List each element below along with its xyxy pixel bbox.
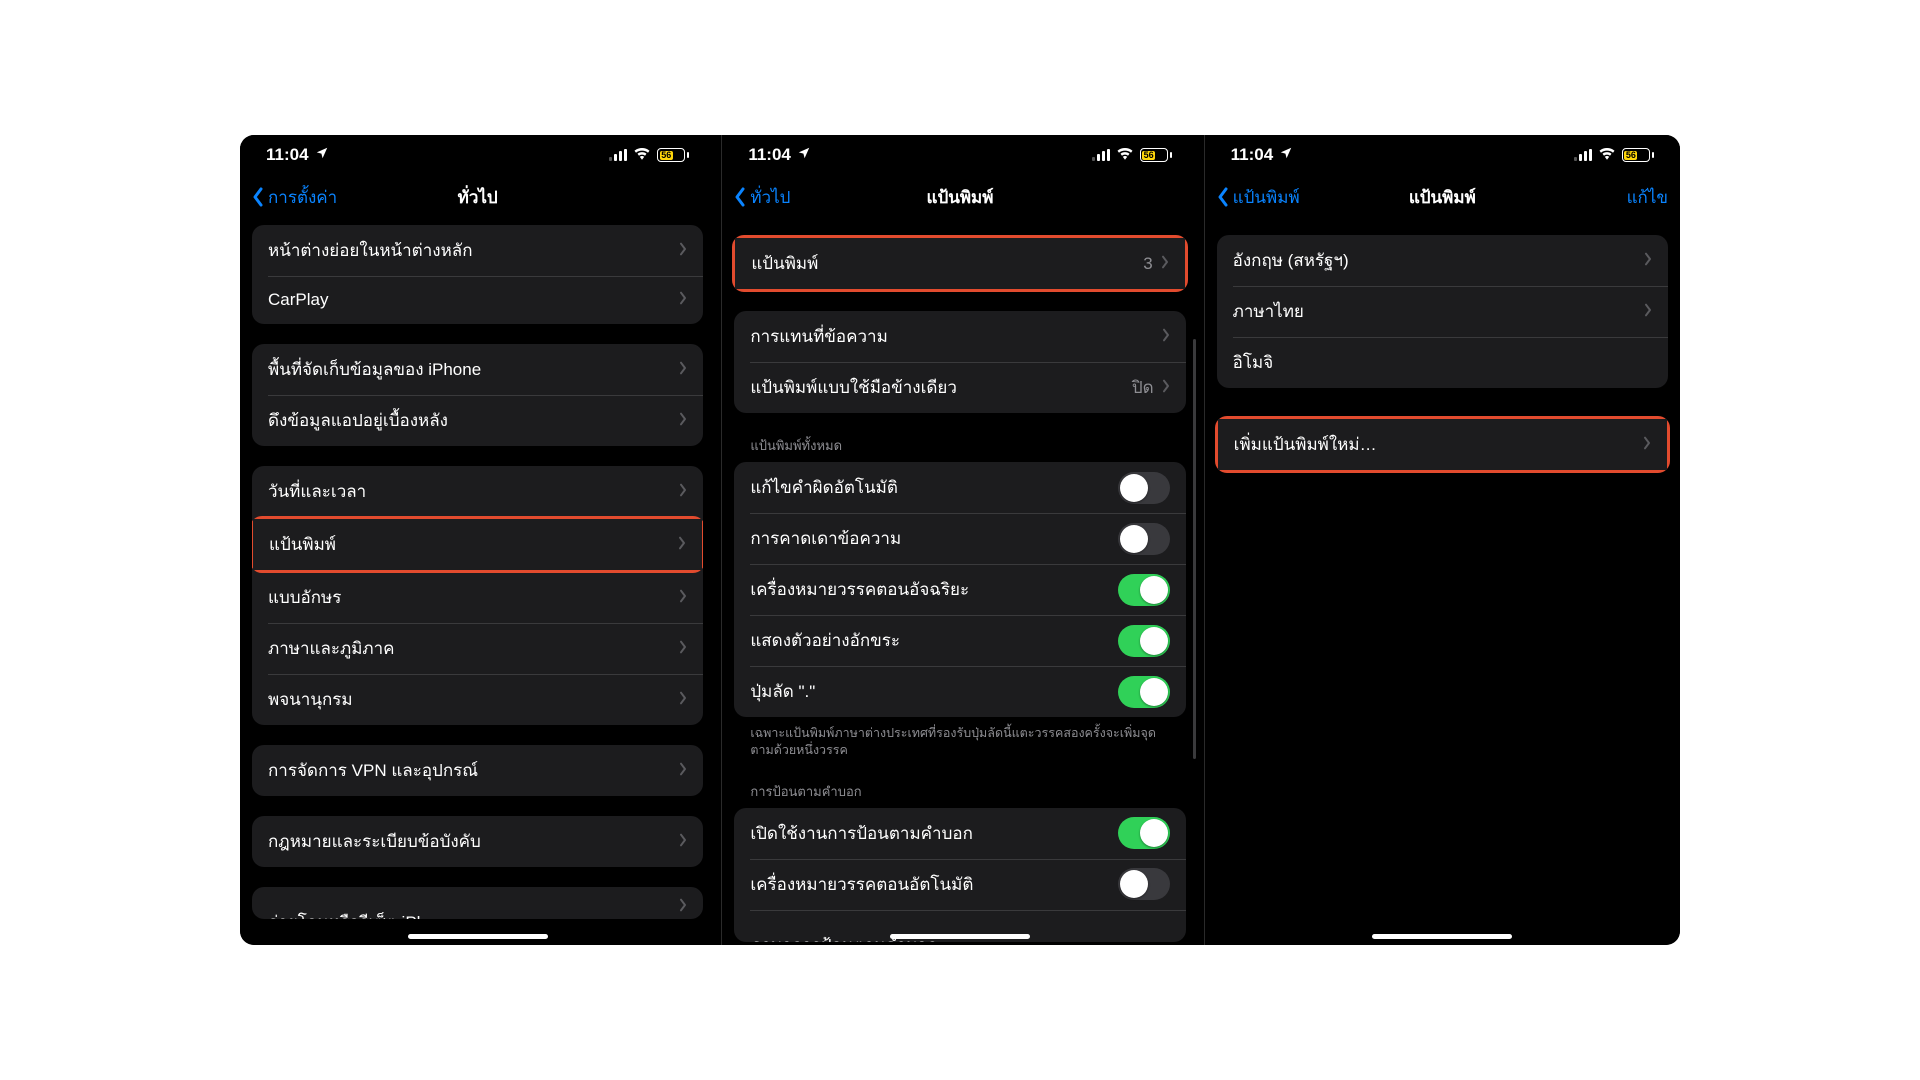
home-indicator[interactable] — [890, 934, 1030, 939]
chevron-right-icon — [679, 639, 687, 659]
chevron-right-icon — [679, 832, 687, 852]
chevron-right-icon — [1161, 254, 1169, 274]
keyboards-count: 3 — [1143, 254, 1152, 274]
cellular-icon — [1574, 149, 1592, 161]
footnote-shortcut: เฉพาะแป้นพิมพ์ภาษาต่างประเทศที่รองรับปุ่… — [734, 717, 1185, 759]
location-icon — [1279, 145, 1293, 165]
row-date-time[interactable]: วันที่และเวลา — [252, 466, 703, 517]
status-bar: 11:04 56 — [240, 135, 715, 175]
chevron-right-icon — [679, 897, 687, 917]
navbar: การตั้งค่า ทั่วไป — [240, 175, 715, 219]
chevron-right-icon — [1162, 327, 1170, 347]
row-transfer-reset[interactable]: ถ่ายโอนหรือรีเซ็ต iPhone — [252, 887, 703, 919]
row-add-new-keyboard[interactable]: เพิ่มแป้นพิมพ์ใหม่… — [1218, 419, 1667, 470]
highlight-keyboards-row: แป้นพิมพ์ 3 — [732, 235, 1187, 292]
chevron-right-icon — [679, 411, 687, 431]
row-keyboard-emoji[interactable]: อิโมจิ — [1217, 337, 1668, 388]
toggle-character-preview: แสดงตัวอย่างอักขระ — [734, 615, 1185, 666]
keyboard-settings-list: แป้นพิมพ์ 3 การแทนที่ข้อความ แป้นพิมพ์แบ… — [722, 219, 1197, 945]
toggle-period-shortcut: ปุ่มลัด "." — [734, 666, 1185, 717]
chevron-right-icon — [678, 535, 686, 555]
status-time: 11:04 — [266, 145, 309, 165]
toggle-predictive: การคาดเดาข้อความ — [734, 513, 1185, 564]
cellular-icon — [1092, 149, 1110, 161]
switch-enable-dictation[interactable] — [1118, 817, 1170, 849]
status-bar: 11:04 56 — [722, 135, 1197, 175]
battery-icon: 56 — [1140, 148, 1172, 162]
row-text-replacement[interactable]: การแทนที่ข้อความ — [734, 311, 1185, 362]
row-language-region[interactable]: ภาษาและภูมิภาค — [252, 623, 703, 674]
chevron-right-icon — [679, 241, 687, 261]
toggle-enable-dictation: เปิดใช้งานการป้อนตามคำบอก — [734, 808, 1185, 859]
back-keyboard[interactable]: แป้นพิมพ์ — [1217, 184, 1300, 211]
switch-character-preview[interactable] — [1118, 625, 1170, 657]
battery-icon: 56 — [1622, 148, 1654, 162]
switch-smart-punctuation[interactable] — [1118, 574, 1170, 606]
wifi-icon — [1116, 145, 1134, 165]
chevron-right-icon — [679, 690, 687, 710]
row-legal[interactable]: กฎหมายและระเบียบข้อบังคับ — [252, 816, 703, 867]
home-indicator[interactable] — [1372, 934, 1512, 939]
highlight-add-keyboard: เพิ่มแป้นพิมพ์ใหม่… — [1215, 416, 1670, 473]
phone-keyboard-settings: 11:04 56 ทั่วไป แป้นพิมพ์ แป้นพิมพ — [721, 135, 1197, 945]
switch-auto-punctuation[interactable] — [1118, 868, 1170, 900]
navbar: แป้นพิมพ์ แป้นพิมพ์ แก้ไข — [1205, 175, 1680, 219]
status-bar: 11:04 56 — [1205, 135, 1680, 175]
chevron-right-icon — [1162, 378, 1170, 398]
cellular-icon — [609, 149, 627, 161]
status-time: 11:04 — [1231, 145, 1274, 165]
location-icon — [315, 145, 329, 165]
toggle-auto-punctuation: เครื่องหมายวรรคตอนอัตโนมัติ — [734, 859, 1185, 910]
scrollbar[interactable] — [1193, 339, 1196, 759]
wifi-icon — [1598, 145, 1616, 165]
chevron-right-icon — [1644, 251, 1652, 271]
toggle-auto-correction: แก้ไขคำผิดอัตโนมัติ — [734, 462, 1185, 513]
highlight-keyboard-row: แป้นพิมพ์ — [252, 516, 703, 573]
chevron-right-icon — [679, 761, 687, 781]
row-one-handed-keyboard[interactable]: แป้นพิมพ์แบบใช้มือข้างเดียวปิด — [734, 362, 1185, 413]
home-indicator[interactable] — [408, 934, 548, 939]
switch-predictive[interactable] — [1118, 523, 1170, 555]
phone-general-settings: 11:04 56 การตั้งค่า ทั่วไป หน้าต่างย่อยใ… — [240, 135, 715, 945]
toggle-smart-punctuation: เครื่องหมายวรรคตอนอัจฉริยะ — [734, 564, 1185, 615]
edit-button[interactable]: แก้ไข — [1627, 184, 1668, 211]
row-keyboard-thai[interactable]: ภาษาไทย — [1217, 286, 1668, 337]
row-background-refresh[interactable]: ดึงข้อมูลแอปอยู่เบื้องหลัง — [252, 395, 703, 446]
chevron-right-icon — [1643, 435, 1651, 455]
wifi-icon — [633, 145, 651, 165]
battery-icon: 56 — [657, 148, 689, 162]
chevron-right-icon — [1644, 302, 1652, 322]
row-keyboard-english[interactable]: อังกฤษ (สหรัฐฯ) — [1217, 235, 1668, 286]
keyboards-list: อังกฤษ (สหรัฐฯ) ภาษาไทย อิโมจิ เพิ่มแป้น… — [1205, 219, 1680, 945]
row-dictionary[interactable]: พจนานุกรม — [252, 674, 703, 725]
row-vpn-device[interactable]: การจัดการ VPN และอุปกรณ์ — [252, 745, 703, 796]
row-carplay[interactable]: CarPlay — [252, 276, 703, 324]
chevron-right-icon — [679, 360, 687, 380]
phone-keyboards-list: 11:04 56 แป้นพิมพ์ แป้นพิมพ์ แก้ไข อังกฤ… — [1204, 135, 1680, 945]
location-icon — [797, 145, 811, 165]
settings-list: หน้าต่างย่อยในหน้าต่างหลัก CarPlay พื้นท… — [240, 219, 715, 945]
row-iphone-storage[interactable]: พื้นที่จัดเก็บข้อมูลของ iPhone — [252, 344, 703, 395]
page-title: แป้นพิมพ์ — [722, 184, 1197, 211]
chevron-right-icon — [679, 482, 687, 502]
section-all-keyboards: แป้นพิมพ์ทั้งหมด — [734, 435, 1185, 462]
navbar: ทั่วไป แป้นพิมพ์ — [722, 175, 1197, 219]
status-time: 11:04 — [748, 145, 791, 165]
back-settings[interactable]: การตั้งค่า — [252, 184, 337, 211]
section-dictation: การป้อนตามคำบอก — [734, 781, 1185, 808]
back-general[interactable]: ทั่วไป — [734, 184, 790, 211]
switch-period-shortcut[interactable] — [1118, 676, 1170, 708]
row-keyboards[interactable]: แป้นพิมพ์ 3 — [735, 238, 1184, 289]
switch-auto-correction[interactable] — [1118, 472, 1170, 504]
row-picture-in-picture[interactable]: หน้าต่างย่อยในหน้าต่างหลัก — [252, 225, 703, 276]
chevron-right-icon — [679, 290, 687, 310]
row-fonts[interactable]: แบบอักษร — [252, 572, 703, 623]
row-keyboard[interactable]: แป้นพิมพ์ — [253, 519, 702, 570]
chevron-right-icon — [679, 588, 687, 608]
